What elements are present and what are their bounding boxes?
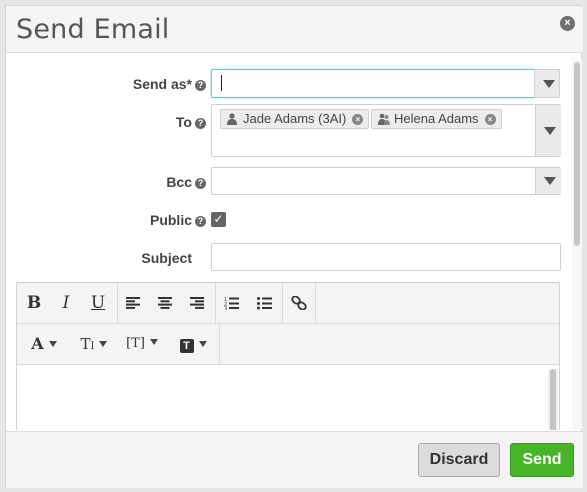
insert-field-button[interactable]: [T] [123,324,161,364]
subject-label-text: Subject [141,250,192,266]
public-label: Public? [106,212,206,228]
send-as-label: Send as*? [106,76,206,92]
svg-text:3: 3 [224,307,227,311]
font-color-letter: A [31,334,44,353]
dialog-body: Send as*? To? Jade Adams (3AI) × Helena … [6,54,583,430]
email-body-editor[interactable] [17,365,559,430]
align-left-icon[interactable] [126,297,140,309]
dialog-header: Send Email × [6,6,583,53]
insert-field-icon: [T] [126,336,145,351]
help-icon[interactable]: ? [195,118,206,129]
template-button[interactable]: T [173,324,213,364]
recipient-tag: Jade Adams (3AI) × [220,109,370,129]
discard-button[interactable]: Discard [418,443,500,477]
send-as-dropdown-button[interactable] [534,69,560,98]
recipient-name: Jade Adams (3AI) [243,111,347,126]
send-as-label-text: Send as* [132,76,192,92]
chevron-down-icon [544,177,556,185]
text-caret [221,75,222,91]
bcc-dropdown-button[interactable] [535,168,561,194]
bold-button[interactable]: B [23,283,45,323]
dialog-title: Send Email [16,14,170,45]
remove-recipient-icon[interactable]: × [484,114,496,125]
underline-button[interactable]: U [87,283,109,323]
close-icon[interactable]: × [560,16,575,31]
chevron-down-icon [543,80,555,88]
person-icon [227,113,237,125]
italic-button[interactable]: I [55,283,77,323]
bcc-input[interactable] [211,167,561,195]
recipient-name: Helena Adams [394,111,479,126]
send-button[interactable]: Send [510,443,574,477]
editor-scrollbar[interactable] [548,369,558,430]
text-size-button[interactable]: TI [75,324,113,364]
to-label-text: To [175,114,192,130]
to-label: To? [106,114,206,130]
toolbar-divider [315,283,316,323]
align-right-icon[interactable] [190,297,204,309]
chevron-down-icon [99,341,108,347]
chevron-down-icon [48,341,57,347]
ordered-list-icon[interactable]: 1 2 3 [224,296,239,310]
font-color-button[interactable]: A [25,324,63,364]
dialog-scrollbar[interactable] [572,58,582,430]
link-icon[interactable] [291,296,307,310]
align-center-icon[interactable] [158,297,172,309]
dialog-scrollbar-thumb[interactable] [574,62,580,246]
rich-text-editor: B I U 1 2 3 A TI [T] T [16,282,560,430]
send-email-dialog: Send Email × Send as*? To? Jade Adams (3… [5,5,583,488]
help-icon[interactable]: ? [195,80,206,91]
to-dropdown-button[interactable] [535,105,561,156]
send-as-input[interactable] [211,69,535,98]
remove-recipient-icon[interactable]: × [352,114,364,125]
toolbar-divider [219,324,220,364]
toolbar-divider [215,283,216,323]
subject-label: Subject [106,250,192,266]
dialog-footer: Discard Send [6,431,583,488]
help-icon[interactable]: ? [195,216,206,227]
editor-scrollbar-thumb[interactable] [550,369,556,430]
chevron-down-icon [544,127,556,135]
editor-toolbar-row-2: A TI [T] T [17,324,559,365]
to-input[interactable]: Jade Adams (3AI) × Helena Adams × [211,104,561,157]
public-checkbox[interactable]: ✓ [211,212,226,227]
toolbar-divider [282,283,283,323]
bcc-label: Bcc? [106,174,206,190]
chevron-down-icon [198,341,207,347]
editor-toolbar-row-1: B I U 1 2 3 [17,283,559,324]
toolbar-divider [117,283,118,323]
subject-input[interactable] [211,243,561,271]
help-icon[interactable]: ? [195,178,206,189]
template-icon: T [179,339,194,353]
text-size-letter: T [80,335,91,353]
recipient-tag: Helena Adams × [371,109,502,129]
chevron-down-icon [149,339,158,345]
public-label-text: Public [149,212,192,228]
bullet-list-icon[interactable] [257,296,272,310]
bcc-label-text: Bcc [166,174,192,190]
group-icon [378,113,390,125]
